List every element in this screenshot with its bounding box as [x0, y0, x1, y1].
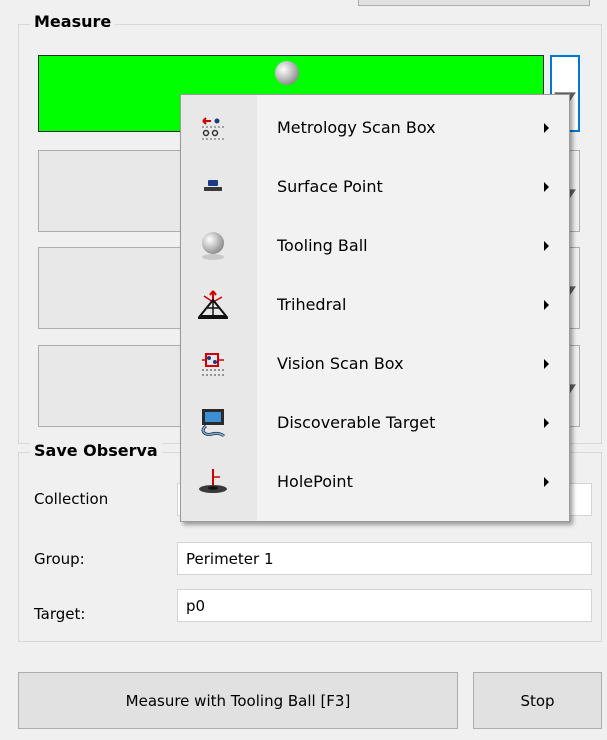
submenu-arrow-icon — [544, 240, 549, 251]
menu-item-surface-point[interactable]: Surface Point — [181, 158, 569, 215]
menu-item-tooling-ball[interactable]: Tooling Ball — [181, 217, 569, 274]
menu-item-label: Discoverable Target — [277, 413, 436, 432]
menu-item-metrology-scan-box[interactable]: Metrology Scan Box — [181, 99, 569, 156]
menu-item-label: Vision Scan Box — [277, 354, 404, 373]
trihedral-icon — [195, 287, 231, 323]
submenu-arrow-icon — [544, 122, 549, 133]
menu-item-label: Metrology Scan Box — [277, 118, 436, 137]
tooling-ball-icon — [275, 61, 299, 85]
menu-item-label: Tooling Ball — [277, 236, 368, 255]
submenu-arrow-icon — [544, 358, 549, 369]
target-type-menu: Metrology Scan Box Surface Point Tooling… — [180, 94, 570, 522]
target-label: Target: — [34, 605, 86, 623]
menu-item-holepoint[interactable]: HolePoint — [181, 453, 569, 510]
submenu-arrow-icon — [544, 476, 549, 487]
submenu-arrow-icon — [544, 181, 549, 192]
discoverable-target-icon — [195, 405, 231, 441]
submenu-arrow-icon — [544, 299, 549, 310]
vision-scan-box-icon — [195, 346, 231, 382]
measure-button[interactable]: Measure with Tooling Ball [F3] — [18, 672, 458, 729]
menu-item-vision-scan-box[interactable]: Vision Scan Box — [181, 335, 569, 392]
target-field[interactable]: p0 — [177, 589, 592, 622]
menu-item-label: Surface Point — [277, 177, 383, 196]
surface-point-icon — [195, 169, 231, 205]
group-field[interactable]: Perimeter 1 — [177, 542, 592, 575]
metrology-scan-box-icon — [195, 110, 231, 146]
stop-button[interactable]: Stop — [473, 672, 602, 729]
menu-item-discoverable-target[interactable]: Discoverable Target — [181, 394, 569, 451]
group-label: Group: — [34, 550, 85, 568]
holepoint-icon — [195, 464, 231, 500]
save-observations-title: Save Observa — [30, 441, 162, 460]
tooling-ball-icon — [195, 228, 231, 264]
collection-label: Collection — [34, 490, 109, 508]
submenu-arrow-icon — [544, 417, 549, 428]
menu-item-trihedral[interactable]: Trihedral — [181, 276, 569, 333]
menu-item-label: HolePoint — [277, 472, 353, 491]
menu-item-label: Trihedral — [277, 295, 347, 314]
top-button-edge[interactable] — [358, 0, 590, 6]
measure-group-title: Measure — [30, 12, 116, 31]
